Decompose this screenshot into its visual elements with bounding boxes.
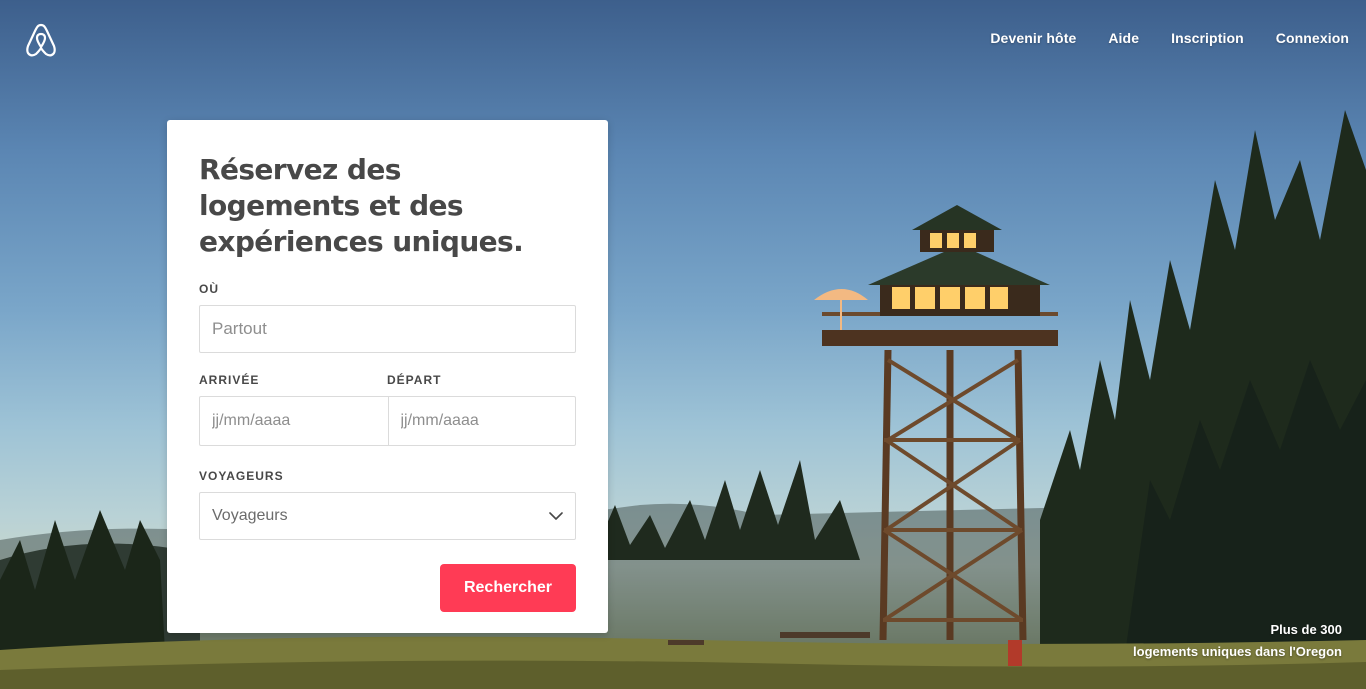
chevron-down-icon <box>549 511 563 520</box>
guests-select-value: Voyageurs <box>212 507 288 524</box>
nav-login-link[interactable]: Connexion <box>1276 30 1349 46</box>
checkout-input[interactable] <box>400 412 575 430</box>
checkin-field <box>200 397 388 445</box>
dates-labels: ARRIVÉE DÉPART <box>199 373 576 387</box>
search-button[interactable]: Rechercher <box>440 564 576 612</box>
caption-line-1: Plus de 300 <box>1270 622 1342 637</box>
checkout-label: DÉPART <box>387 373 442 387</box>
where-field-wrapper <box>199 305 576 353</box>
guests-label: VOYAGEURS <box>199 469 284 483</box>
checkout-field <box>387 397 575 445</box>
nav-become-host-link[interactable]: Devenir hôte <box>990 30 1076 46</box>
date-range-field <box>199 396 576 446</box>
checkin-label: ARRIVÉE <box>199 373 260 387</box>
airbnb-logo-icon[interactable] <box>24 22 58 58</box>
submit-row: Rechercher <box>199 564 576 612</box>
where-label: OÙ <box>199 282 219 296</box>
photo-caption: Plus de 300 logements uniques dans l'Ore… <box>1133 619 1342 663</box>
search-card-title: Réservez des logements et des expérience… <box>199 153 524 258</box>
search-card: Réservez des logements et des expérience… <box>167 120 608 633</box>
nav-signup-link[interactable]: Inscription <box>1171 30 1244 46</box>
where-input[interactable] <box>212 319 575 339</box>
top-navigation: Devenir hôte Aide Inscription Connexion <box>990 30 1349 46</box>
checkin-input[interactable] <box>212 412 388 430</box>
nav-help-link[interactable]: Aide <box>1108 30 1139 46</box>
caption-line-2: logements uniques dans l'Oregon <box>1133 644 1342 659</box>
guests-select[interactable]: Voyageurs <box>199 492 576 540</box>
